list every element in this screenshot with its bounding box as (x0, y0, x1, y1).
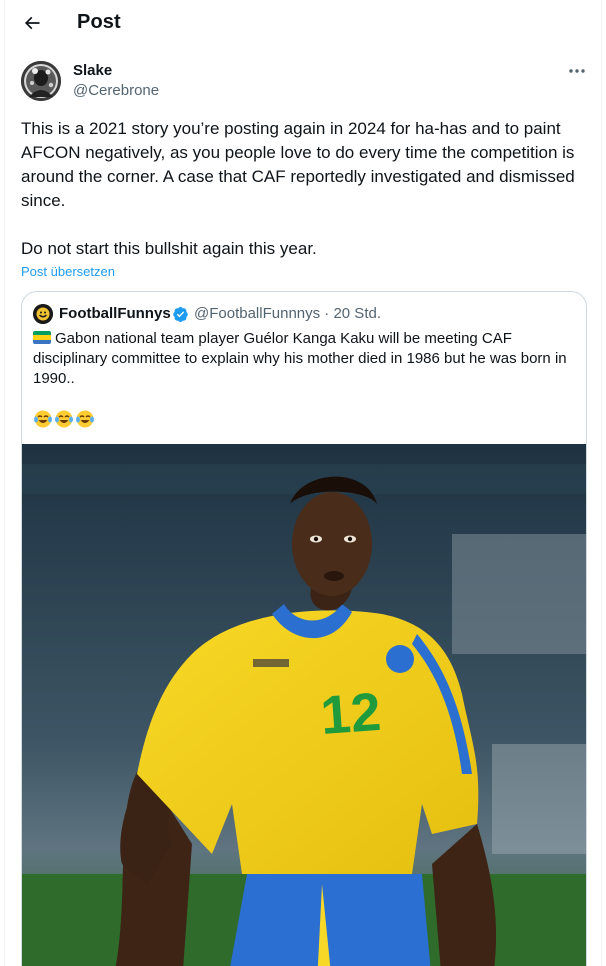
quoted-post-time: · 20 Std. (324, 305, 381, 322)
face-with-tears-of-joy-icon (34, 410, 52, 428)
quoted-avatar-image (33, 304, 53, 324)
post-paragraph: Do not start this bullshit again this ye… (21, 239, 317, 258)
author-name[interactable]: Slake (73, 62, 112, 79)
quoted-author-meta[interactable]: @FootballFunnnys · 20 Std. (194, 305, 381, 322)
svg-text:12: 12 (319, 682, 383, 746)
more-horizontal-icon (569, 69, 585, 73)
quoted-text-body: Gabon national team player Guélor Kanga … (33, 330, 567, 387)
translate-post-link[interactable]: Post übersetzen (21, 264, 115, 279)
author-handle[interactable]: @Cerebrone (73, 82, 159, 99)
quoted-author-avatar[interactable] (33, 304, 53, 324)
quoted-post-image[interactable]: 12 (22, 444, 586, 966)
arrow-left-icon (24, 16, 40, 30)
face-with-tears-of-joy-icon (55, 410, 73, 428)
face-with-tears-of-joy-icon (76, 410, 94, 428)
post-text: This is a 2021 story you’re posting agai… (21, 117, 589, 261)
more-button[interactable] (562, 60, 592, 82)
post-header: Post (0, 0, 606, 46)
back-button[interactable] (16, 7, 48, 39)
quoted-author-handle: @FootballFunnnys (194, 305, 321, 322)
post-paragraph: This is a 2021 story you’re posting agai… (21, 119, 575, 210)
verified-badge-icon (173, 306, 188, 323)
quoted-author-name[interactable]: FootballFunnys (59, 305, 171, 322)
gabon-flag-icon (33, 331, 51, 344)
quoted-post-card[interactable]: FootballFunnys @FootballFunnnys · 20 Std… (21, 291, 587, 966)
emoji-row (33, 409, 95, 429)
quoted-post-text: Gabon national team player Guélor Kanga … (33, 329, 581, 389)
author-avatar[interactable] (21, 61, 61, 101)
page-title: Post (77, 11, 121, 33)
football-player-photo: 12 (22, 444, 586, 966)
avatar-image (21, 61, 61, 101)
